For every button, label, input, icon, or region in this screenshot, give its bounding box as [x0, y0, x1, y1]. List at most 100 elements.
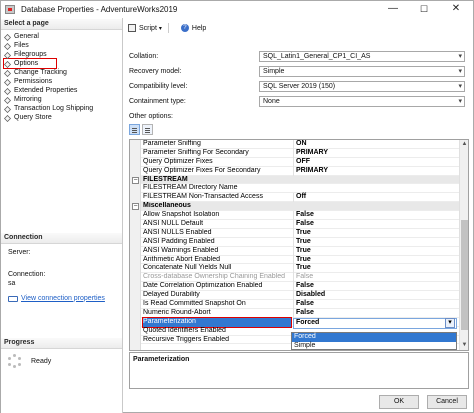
description-panel: Parameterization — [129, 352, 469, 389]
recovery-model-label: Recovery model: — [129, 68, 182, 75]
sidebar-item-files[interactable]: Files — [4, 41, 120, 50]
property-row[interactable]: Is Read Committed Snapshot On False — [141, 300, 459, 309]
collapse-icon[interactable]: − — [132, 176, 139, 184]
property-row[interactable]: FILESTREAM Non-Transacted Access Off — [141, 193, 459, 203]
connection-icon — [8, 294, 18, 302]
property-row[interactable]: Concatenate Null Yields Null True — [141, 264, 459, 274]
parameterization-dropdown-list: Forced Simple — [291, 332, 457, 350]
property-row[interactable]: Parameter Sniffing For Secondary PRIMARY — [141, 148, 459, 158]
sidebar-item-permissions[interactable]: Permissions — [4, 77, 120, 86]
help-button[interactable]: ? Help — [173, 24, 206, 32]
page-icon — [4, 60, 11, 67]
dropdown-option-simple[interactable]: Simple — [292, 342, 456, 351]
connection-value: sa — [8, 280, 16, 287]
page-icon — [4, 87, 11, 94]
sidebar-item-transaction-log-shipping[interactable]: Transaction Log Shipping — [4, 104, 120, 113]
scroll-down-icon[interactable]: ▼ — [460, 341, 468, 350]
sidebar-item-label: Transaction Log Shipping — [14, 105, 94, 112]
view-connection-properties-link[interactable]: View connection properties — [21, 295, 105, 302]
property-grid-gutter — [130, 140, 141, 350]
left-panel: Select a page General Files Filegroups Opti… — [1, 18, 123, 413]
property-name: ANSI NULLS Enabled — [143, 228, 212, 236]
page-icon — [4, 69, 11, 76]
property-value: True — [293, 255, 457, 265]
property-name: Numeric Round-Abort — [143, 308, 211, 316]
page-list: General Files Filegroups Options Change Trac… — [3, 32, 120, 122]
property-row[interactable]: Parameter Sniffing ON — [141, 140, 459, 149]
script-button[interactable]: Script ▾ — [128, 24, 162, 32]
recovery-model-select[interactable]: Simple — [259, 66, 465, 77]
sidebar-item-label: Change Tracking — [14, 69, 67, 76]
compat-row: Compatibility level: SQL Server 2019 (15… — [129, 81, 469, 93]
cancel-button[interactable]: Cancel — [427, 395, 467, 409]
sidebar-item-options[interactable]: Options — [3, 58, 57, 69]
property-value: PRIMARY — [293, 148, 457, 158]
property-row[interactable]: FILESTREAM Directory Name — [141, 184, 459, 194]
sidebar-item-filegroups[interactable]: Filegroups — [4, 50, 120, 59]
property-name: Is Read Committed Snapshot On — [143, 300, 246, 308]
sidebar-item-change-tracking[interactable]: Change Tracking — [4, 68, 120, 77]
containment-type-select[interactable]: None — [259, 96, 465, 107]
property-name: ANSI Padding Enabled — [143, 237, 215, 245]
progress-row: Ready — [8, 354, 51, 368]
property-name: Query Optimizer Fixes For Secondary — [143, 166, 261, 174]
property-row[interactable]: ANSI Warnings Enabled True — [141, 246, 459, 256]
property-row[interactable]: Cross-database Ownership Chaining Enable… — [141, 273, 459, 283]
collapse-icon[interactable]: − — [132, 203, 139, 211]
dropdown-option-forced[interactable]: Forced — [292, 333, 456, 342]
property-value: OFF — [293, 157, 457, 167]
property-category[interactable]: − Miscellaneous — [132, 202, 459, 212]
view-connection-row: View connection properties — [8, 294, 105, 302]
toolbar-separator — [167, 23, 169, 33]
property-value: False — [293, 308, 457, 318]
scroll-up-icon[interactable]: ▲ — [460, 140, 468, 149]
property-name: ANSI Warnings Enabled — [143, 246, 219, 254]
compatibility-level-select[interactable]: SQL Server 2019 (150) — [259, 81, 465, 92]
property-row[interactable]: Delayed Durability Disabled — [141, 291, 459, 301]
categorized-view-icon[interactable] — [129, 124, 140, 135]
close-button[interactable]: ✕ — [441, 1, 471, 18]
alphabetical-view-icon[interactable] — [142, 124, 153, 135]
description-title: Parameterization — [133, 356, 190, 363]
ok-button[interactable]: OK — [379, 395, 419, 409]
sidebar-item-mirroring[interactable]: Mirroring — [4, 95, 120, 104]
sidebar-item-general[interactable]: General — [4, 32, 120, 41]
property-row[interactable]: Parameterization Forced — [141, 316, 459, 329]
maximize-button[interactable]: ☐ — [409, 1, 439, 18]
help-label: Help — [191, 24, 207, 32]
property-name: ANSI NULL Default — [143, 220, 204, 228]
scroll-thumb[interactable] — [461, 220, 468, 330]
database-properties-window: Database Properties - AdventureWorks2019… — [0, 0, 474, 413]
chevron-down-icon: ▾ — [158, 25, 162, 32]
page-icon — [4, 105, 11, 112]
property-name: Parameter Sniffing — [143, 140, 201, 147]
property-name: Parameter Sniffing For Secondary — [143, 148, 249, 156]
property-category[interactable]: − FILESTREAM — [132, 175, 459, 185]
minimize-button[interactable]: — — [378, 1, 408, 18]
property-row[interactable]: ANSI NULLS Enabled True — [141, 228, 459, 238]
property-row[interactable]: Numeric Round-Abort False — [141, 308, 459, 318]
property-value: True — [293, 237, 457, 247]
property-row[interactable]: ANSI Padding Enabled True — [141, 237, 459, 247]
collation-row: Collation: SQL_Latin1_General_CP1_CI_AS — [129, 51, 469, 63]
sidebar-item-query-store[interactable]: Query Store — [4, 113, 120, 122]
progress-header: Progress — [1, 338, 122, 349]
collation-select[interactable]: SQL_Latin1_General_CP1_CI_AS — [259, 51, 465, 62]
property-row[interactable]: Allow Snapshot Isolation False — [141, 211, 459, 221]
sidebar-item-label: Options — [14, 60, 39, 67]
property-row[interactable]: Query Optimizer Fixes For Secondary PRIMA… — [141, 166, 459, 176]
title-bar: Database Properties - AdventureWorks2019… — [1, 1, 473, 18]
property-row[interactable]: Arithmetic Abort Enabled True — [141, 255, 459, 265]
property-value: Disabled — [293, 291, 457, 301]
sidebar-item-extended-properties[interactable]: Extended Properties — [4, 86, 120, 95]
property-row[interactable]: ANSI NULL Default False — [141, 220, 459, 229]
property-grid-scrollbar[interactable]: ▲ ▼ — [459, 140, 468, 350]
property-row[interactable]: Date Correlation Optimization Enabled Fal… — [141, 282, 459, 292]
progress-spinner-icon — [8, 354, 22, 368]
help-icon: ? — [180, 24, 189, 32]
other-options-label: Other options: — [129, 113, 173, 120]
property-row[interactable]: Query Optimizer Fixes OFF — [141, 157, 459, 167]
property-value: False — [293, 273, 457, 283]
property-value: False — [293, 220, 457, 229]
property-name: Parameterization — [142, 316, 292, 328]
